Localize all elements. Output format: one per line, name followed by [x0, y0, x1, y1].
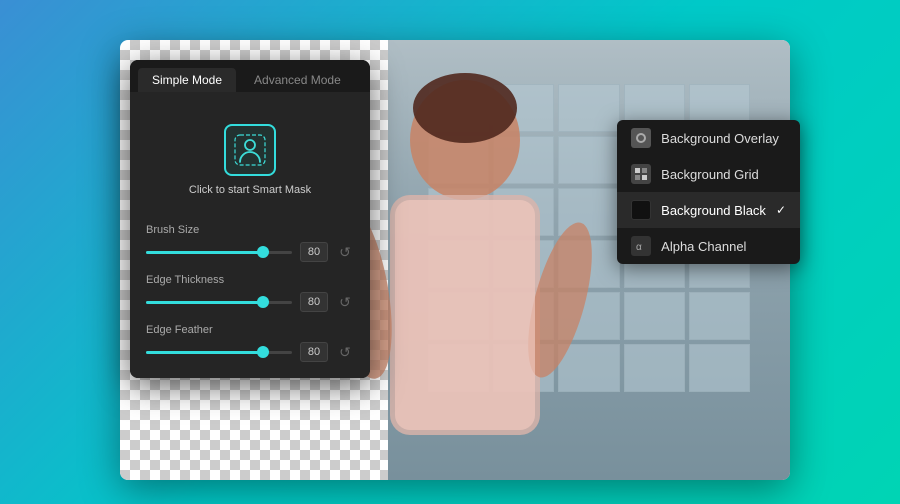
brush-size-value: 80 — [300, 242, 328, 262]
edge-thickness-thumb[interactable] — [257, 296, 269, 308]
edge-thickness-row: 80 ↺ — [146, 292, 354, 312]
grid-icon — [631, 164, 651, 184]
brush-size-track[interactable] — [146, 251, 292, 254]
svg-text:α: α — [636, 242, 642, 253]
overlay-icon — [631, 128, 651, 148]
smart-mask-button[interactable]: Click to start Smart Mask — [146, 108, 354, 212]
tab-simple[interactable]: Simple Mode — [138, 68, 236, 92]
editor-panel: Simple Mode Advanced Mode Click to start… — [130, 60, 370, 378]
tab-advanced[interactable]: Advanced Mode — [240, 68, 355, 92]
edge-feather-thumb[interactable] — [257, 346, 269, 358]
grid-label: Background Grid — [661, 167, 759, 182]
brush-size-reset[interactable]: ↺ — [336, 243, 354, 261]
edge-thickness-reset[interactable]: ↺ — [336, 293, 354, 311]
edge-feather-fill — [146, 351, 263, 354]
background-dropdown: Background Overlay Background Grid Backg… — [617, 120, 800, 264]
overlay-label: Background Overlay — [661, 131, 779, 146]
edge-thickness-label: Edge Thickness — [146, 274, 354, 286]
edge-thickness-value: 80 — [300, 292, 328, 312]
alpha-label: Alpha Channel — [661, 239, 746, 254]
selected-checkmark: ✓ — [776, 203, 786, 217]
brush-size-group: Brush Size 80 ↺ — [146, 224, 354, 262]
brush-size-fill — [146, 251, 263, 254]
dropdown-item-overlay[interactable]: Background Overlay — [617, 120, 800, 156]
brush-size-label: Brush Size — [146, 224, 354, 236]
edge-feather-value: 80 — [300, 342, 328, 362]
edge-feather-label: Edge Feather — [146, 324, 354, 336]
edge-thickness-fill — [146, 301, 263, 304]
panel-body: Click to start Smart Mask Brush Size 80 … — [130, 92, 370, 378]
edge-feather-group: Edge Feather 80 ↺ — [146, 324, 354, 362]
dropdown-item-black[interactable]: Background Black ✓ — [617, 192, 800, 228]
panel-tabs: Simple Mode Advanced Mode — [130, 60, 370, 92]
mask-icon — [224, 124, 276, 176]
dropdown-item-alpha[interactable]: α Alpha Channel — [617, 228, 800, 264]
smart-mask-label: Click to start Smart Mask — [189, 184, 311, 196]
black-icon — [631, 200, 651, 220]
alpha-icon: α — [631, 236, 651, 256]
edge-thickness-group: Edge Thickness 80 ↺ — [146, 274, 354, 312]
brush-size-row: 80 ↺ — [146, 242, 354, 262]
dropdown-item-grid[interactable]: Background Grid — [617, 156, 800, 192]
edge-feather-reset[interactable]: ↺ — [336, 343, 354, 361]
person-mask-icon — [234, 134, 266, 166]
edge-feather-row: 80 ↺ — [146, 342, 354, 362]
edge-thickness-track[interactable] — [146, 301, 292, 304]
brush-size-thumb[interactable] — [257, 246, 269, 258]
edge-feather-track[interactable] — [146, 351, 292, 354]
black-label: Background Black — [661, 203, 766, 218]
